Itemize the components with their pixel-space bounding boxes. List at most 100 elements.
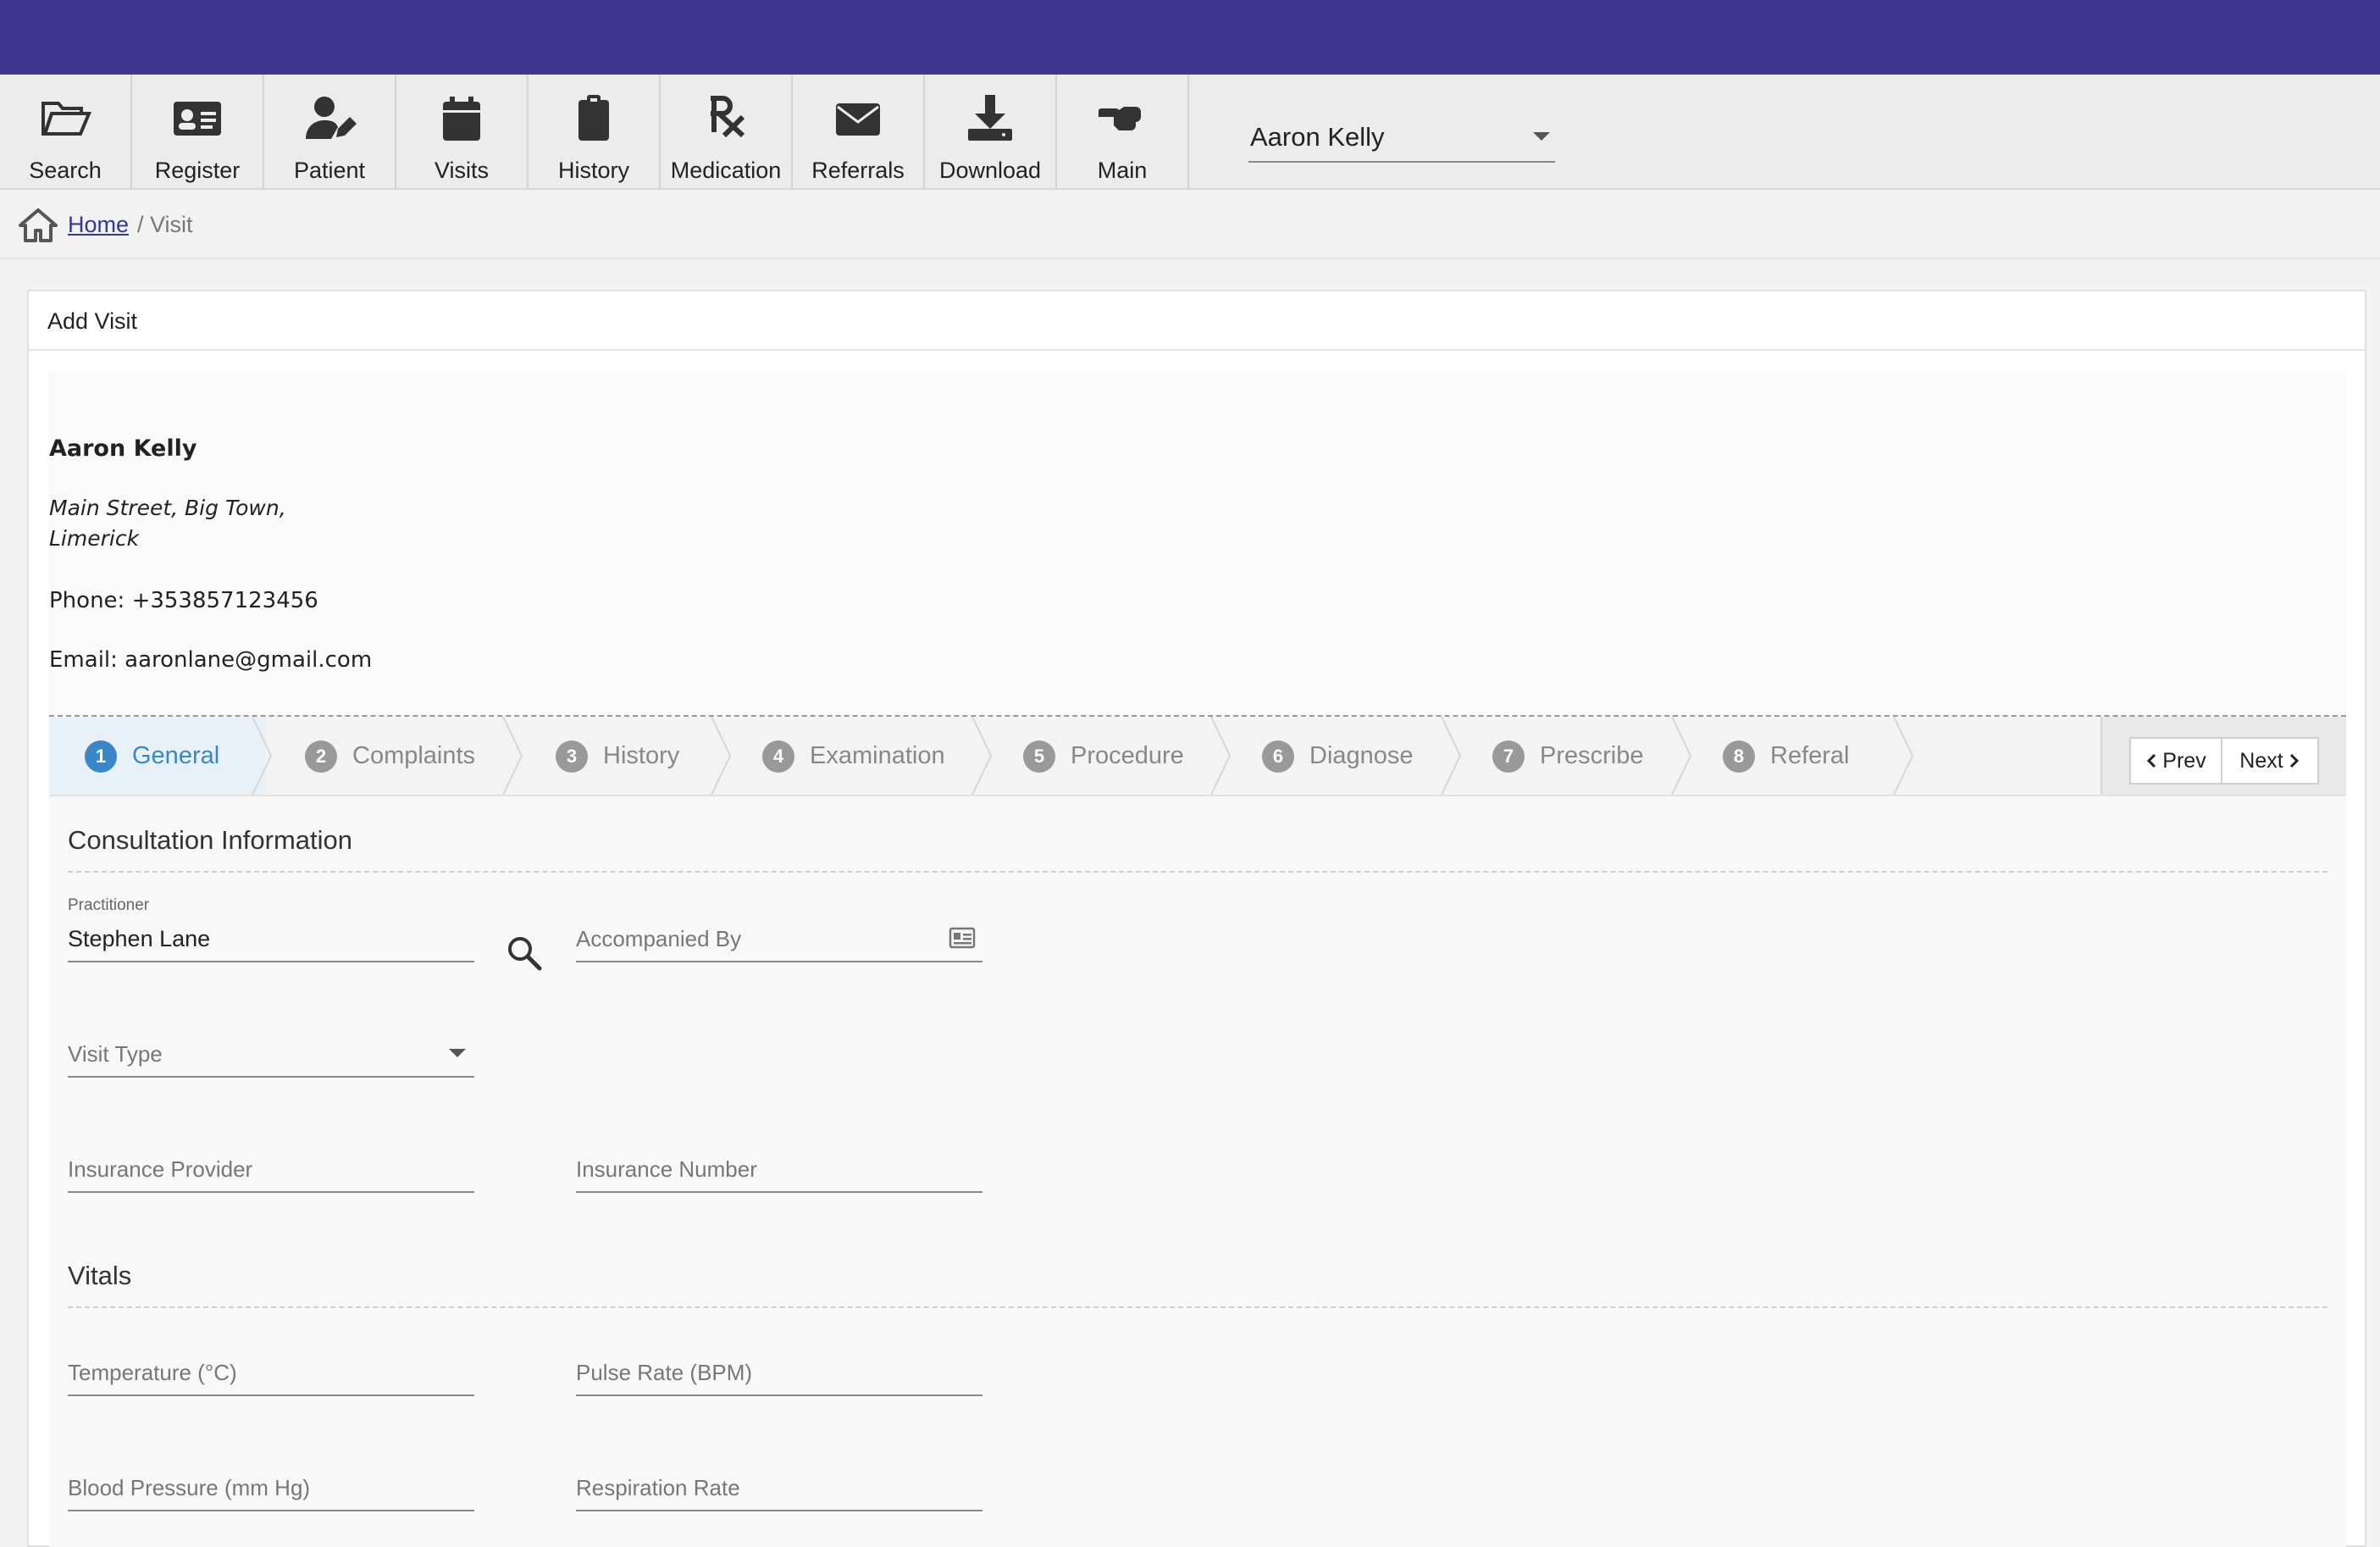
section-divider (68, 1306, 2327, 1308)
accompanied-by-field[interactable]: Accompanied By (576, 912, 982, 962)
step-number: 2 (305, 740, 337, 773)
toolbar-referrals-label: Referrals (811, 158, 905, 183)
toolbar-patient-button[interactable]: Patient (264, 75, 396, 188)
step-label: Prescribe (1540, 742, 1644, 769)
insurance-number-field[interactable]: Insurance Number (576, 1142, 982, 1193)
add-visit-panel: Add Visit Aaron Kelly Main Street, Big T… (27, 290, 2366, 1547)
chevron-down-icon (1533, 132, 1550, 141)
step-complaints[interactable]: 2 Complaints (269, 717, 515, 795)
temperature-placeholder: Temperature (°C) (68, 1360, 237, 1385)
respiration-rate-placeholder: Respiration Rate (576, 1475, 740, 1500)
step-examination[interactable]: 4 Examination (727, 717, 981, 795)
panel-header: Add Visit (29, 291, 2365, 351)
insurance-provider-placeholder: Insurance Provider (68, 1156, 253, 1182)
step-general[interactable]: 1 General (49, 717, 266, 795)
calendar-icon (443, 97, 480, 141)
breadcrumb-current: / Visit (137, 212, 193, 237)
main-toolbar: Search Register Patient Visits History M… (0, 75, 2380, 190)
insurance-provider-field[interactable]: Insurance Provider (68, 1142, 474, 1193)
patient-name: Aaron Kelly (49, 435, 197, 462)
patient-summary: Aaron Kelly Main Street, Big Town, Limer… (49, 371, 2346, 718)
folder-open-icon (42, 102, 91, 136)
download-icon (968, 95, 1012, 141)
toolbar-visits-label: Visits (434, 158, 490, 183)
toolbar-history-button[interactable]: History (529, 75, 661, 188)
step-label: General (132, 742, 220, 769)
chevron-left-icon (2147, 753, 2156, 768)
patient-address-line1: Main Street, Big Town, (49, 496, 286, 520)
practitioner-label: Practitioner (68, 896, 150, 914)
step-label: Complaints (352, 742, 476, 769)
temperature-field[interactable]: Temperature (°C) (68, 1345, 474, 1396)
visit-wizard: 1 General 2 Complaints 3 History 4 Exami… (49, 715, 2346, 1547)
patient-address: Main Street, Big Town, Limerick (49, 493, 286, 554)
step-diagnose[interactable]: 6 Diagnose (1226, 717, 1455, 795)
step-history[interactable]: 3 History (520, 717, 723, 795)
toolbar-register-button[interactable]: Register (132, 75, 264, 188)
accompanied-by-placeholder: Accompanied By (576, 926, 742, 951)
step-number: 8 (1723, 740, 1755, 773)
step-label: Diagnose (1309, 742, 1414, 769)
hand-point-icon (1099, 107, 1141, 130)
toolbar-download-label: Download (938, 158, 1042, 183)
app-header-bar (0, 0, 2380, 75)
step-procedure[interactable]: 5 Procedure (988, 717, 1225, 795)
chevron-right-icon (2289, 753, 2299, 768)
step-number: 5 (1023, 740, 1055, 773)
breadcrumb-home-link[interactable]: Home (68, 212, 129, 238)
user-edit-icon (306, 97, 357, 139)
toolbar-search-button[interactable]: Search (0, 75, 132, 188)
prev-label: Prev (2162, 748, 2206, 773)
toolbar-referrals-button[interactable]: Referrals (793, 75, 925, 188)
vitals-section-title: Vitals (68, 1261, 132, 1290)
user-select-value: Aaron Kelly (1250, 122, 1385, 152)
pulse-rate-field[interactable]: Pulse Rate (BPM) (576, 1345, 982, 1396)
home-icon (19, 208, 58, 242)
prev-button[interactable]: Prev (2129, 737, 2222, 785)
step-number: 4 (762, 740, 794, 773)
step-number: 1 (85, 740, 117, 773)
visit-type-select[interactable]: Visit Type (68, 1027, 474, 1078)
practitioner-field[interactable]: Practitioner Stephen Lane (68, 896, 474, 962)
next-button[interactable]: Next (2221, 737, 2319, 785)
search-icon[interactable] (506, 935, 542, 971)
id-card-icon[interactable] (949, 927, 976, 949)
consultation-section-title: Consultation Information (68, 825, 353, 855)
chevron-down-icon (449, 1049, 466, 1057)
step-prescribe[interactable]: 7 Prescribe (1457, 717, 1685, 795)
toolbar-history-label: History (557, 158, 629, 183)
pulse-rate-placeholder: Pulse Rate (BPM) (576, 1360, 753, 1385)
toolbar-download-button[interactable]: Download (925, 75, 1057, 188)
insurance-number-placeholder: Insurance Number (576, 1156, 757, 1182)
step-separator-icon (1893, 717, 1914, 795)
next-label: Next (2239, 748, 2283, 773)
id-card-icon (174, 102, 221, 136)
step-referal[interactable]: 8 Referal (1687, 717, 1907, 795)
blood-pressure-placeholder: Blood Pressure (mm Hg) (68, 1475, 311, 1500)
toolbar-patient-label: Patient (293, 158, 366, 183)
patient-address-line2: Limerick (49, 526, 140, 551)
step-label: History (603, 742, 680, 769)
blood-pressure-field[interactable]: Blood Pressure (mm Hg) (68, 1461, 474, 1511)
user-select[interactable]: Aaron Kelly (1248, 119, 1555, 163)
toolbar-medication-label: Medication (670, 158, 782, 183)
toolbar-main-button[interactable]: Main (1057, 75, 1189, 188)
practitioner-value: Stephen Lane (68, 926, 211, 951)
respiration-rate-field[interactable]: Respiration Rate (576, 1461, 982, 1511)
toolbar-register-label: Register (154, 158, 241, 183)
toolbar-medication-button[interactable]: Medication (661, 75, 793, 188)
toolbar-main-label: Main (1097, 158, 1148, 183)
step-label: Examination (810, 742, 945, 769)
step-number: 6 (1262, 740, 1294, 773)
step-label: Referal (1770, 742, 1850, 769)
toolbar-visits-button[interactable]: Visits (396, 75, 529, 188)
step-label: Procedure (1071, 742, 1184, 769)
prescription-icon (711, 96, 745, 138)
toolbar-search-label: Search (29, 158, 102, 183)
wizard-steps: 1 General 2 Complaints 3 History 4 Exami… (49, 717, 2346, 796)
clipboard-icon (578, 95, 609, 141)
visit-type-placeholder: Visit Type (68, 1041, 163, 1067)
panel-title: Add Visit (47, 308, 138, 334)
step-number: 7 (1492, 740, 1525, 773)
wizard-nav: Prev Next (2100, 717, 2346, 795)
